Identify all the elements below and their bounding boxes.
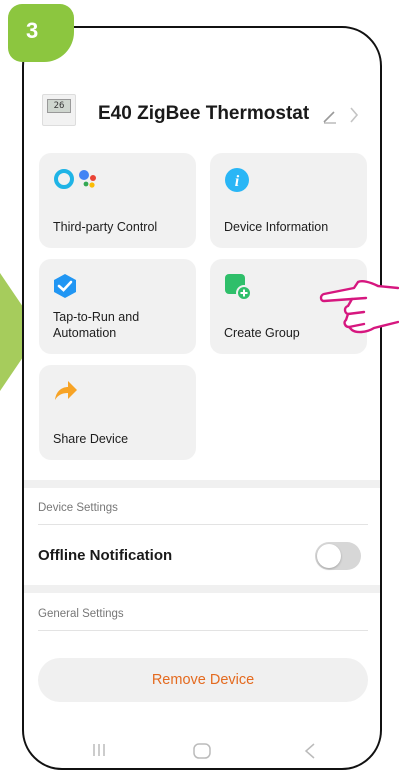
remove-device-button[interactable]: Remove Device [38,658,368,702]
alexa-google-assistant-icons [54,169,96,189]
pointing-hand-icon [319,280,399,334]
tile-share-device[interactable]: Share Device [39,365,196,460]
tile-third-party-control[interactable]: Third-party Control [39,153,196,248]
step-badge: 3 [8,4,74,62]
back-icon [304,743,315,759]
divider [38,524,368,525]
offline-notification-toggle[interactable] [315,542,361,570]
tile-label: Create Group [224,326,300,340]
tile-device-information[interactable]: i Device Information [210,153,367,248]
share-arrow-icon [55,381,77,400]
step-number: 3 [26,18,39,43]
android-nav-bar [93,743,315,759]
offline-notification-label: Offline Notification [38,547,173,564]
divider [38,630,368,631]
pencil-icon[interactable] [322,108,338,124]
toggle-knob [317,544,341,568]
create-group-icon [225,274,252,301]
chevron-right-icon[interactable] [349,106,359,124]
section-divider [24,585,380,593]
tile-label: Device Information [224,220,329,234]
tile-label: Tap-to-Run and Automation [53,310,140,340]
tile-label: Share Device [53,432,129,446]
device-thumbnail: 26 [42,94,76,126]
device-title: E40 ZigBee Thermostat [98,103,310,124]
section-divider [24,480,380,488]
tile-label: Third-party Control [53,220,158,234]
tile-tap-to-run-automation[interactable]: Tap-to-Run and Automation [39,259,196,354]
automation-check-icon [54,274,76,298]
device-display: 26 [47,99,71,113]
recent-apps-icon [93,744,105,756]
home-icon [193,743,211,759]
svg-text:i: i [235,173,240,190]
device-settings-title: Device Settings [38,502,118,514]
general-settings-title: General Settings [38,608,124,620]
info-icon: i [225,168,249,192]
phone-screen: 26 E40 ZigBee Thermostat Third-party Con… [22,26,382,770]
